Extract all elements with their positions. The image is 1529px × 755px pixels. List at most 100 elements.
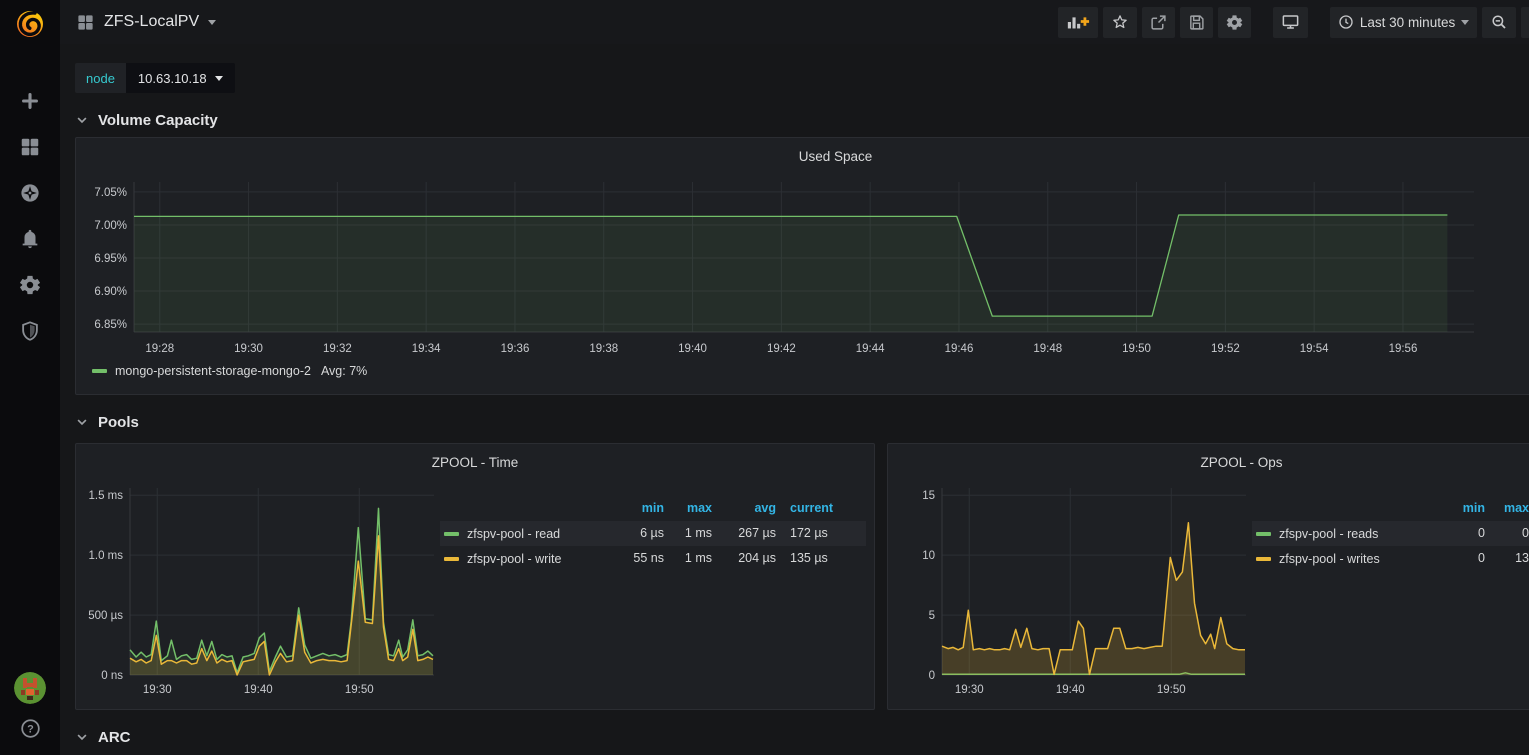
- dashboards-icon[interactable]: [19, 136, 41, 158]
- star-dashboard-button[interactable]: [1103, 7, 1137, 38]
- panel-zpool-ops: ZPOOL - Ops 19:3019:4019:50051015 min ma…: [887, 443, 1529, 710]
- legend-header-min[interactable]: min: [612, 496, 664, 521]
- caret-down-icon: [208, 20, 216, 25]
- node-variable-value: 10.63.10.18: [138, 71, 207, 86]
- legend-value-min: 6 µs: [612, 521, 664, 546]
- legend-series-name[interactable]: zfspv-pool - reads: [1252, 521, 1437, 546]
- grafana-logo[interactable]: [0, 0, 60, 46]
- used-space-chart[interactable]: 19:2819:3019:3219:3419:3619:3819:4019:42…: [84, 170, 1508, 360]
- legend-value-min: 0: [1437, 546, 1485, 571]
- svg-text:19:42: 19:42: [767, 343, 796, 355]
- dashboard-title: ZFS-LocalPV: [104, 13, 199, 31]
- help-icon[interactable]: ?: [20, 718, 41, 739]
- legend-header-min[interactable]: min: [1437, 496, 1485, 521]
- caret-down-icon: [1461, 20, 1469, 25]
- series-color-swatch[interactable]: [92, 369, 107, 373]
- legend-value-current: 172 µs: [776, 521, 866, 546]
- zpool-time-chart[interactable]: 19:3019:4019:500 ns500 µs1.0 ms1.5 ms: [84, 476, 440, 701]
- series-color-swatch: [444, 557, 459, 561]
- clock-icon: [1338, 14, 1354, 30]
- explore-compass-icon[interactable]: [19, 182, 41, 204]
- dashboard-title-menu[interactable]: ZFS-LocalPV: [76, 13, 216, 32]
- legend-value-min: 0: [1437, 521, 1485, 546]
- svg-text:19:40: 19:40: [1056, 684, 1085, 696]
- sidebar: ?: [0, 0, 60, 755]
- svg-text:10: 10: [922, 550, 935, 562]
- legend-header-max[interactable]: max: [1485, 496, 1529, 521]
- dashboard-content: node 10.63.10.18 Volume Capacity Used Sp…: [60, 44, 1529, 755]
- zoom-out-icon: [1490, 13, 1508, 31]
- legend-value-avg: 204 µs: [712, 546, 776, 571]
- series-color-swatch: [1256, 557, 1271, 561]
- legend-series-avg: Avg: 7%: [321, 364, 367, 378]
- server-admin-shield-icon[interactable]: [19, 320, 41, 342]
- add-panel-button[interactable]: [1058, 7, 1098, 38]
- svg-text:5: 5: [929, 610, 935, 622]
- grafana-app: ? ZFS-LocalPV: [0, 0, 1529, 755]
- dashboard-settings-button[interactable]: [1218, 7, 1251, 38]
- svg-text:0 ns: 0 ns: [101, 670, 123, 682]
- panel-used-space: Used Space 19:2819:3019:3219:3419:3619:3…: [75, 137, 1529, 395]
- panel-title-zpool-time[interactable]: ZPOOL - Time: [84, 452, 866, 476]
- svg-text:1.5 ms: 1.5 ms: [88, 490, 123, 502]
- legend-header-max[interactable]: max: [664, 496, 712, 521]
- svg-text:19:38: 19:38: [589, 343, 618, 355]
- section-pools[interactable]: Pools: [75, 409, 1529, 435]
- svg-text:19:30: 19:30: [234, 343, 263, 355]
- tv-monitor-icon: [1281, 13, 1300, 31]
- svg-text:19:30: 19:30: [143, 684, 172, 696]
- svg-text:19:50: 19:50: [1122, 343, 1151, 355]
- panel-title-used-space[interactable]: Used Space: [84, 146, 1529, 170]
- svg-text:19:32: 19:32: [323, 343, 352, 355]
- svg-text:19:48: 19:48: [1033, 343, 1062, 355]
- user-avatar[interactable]: [14, 672, 46, 704]
- save-icon: [1188, 14, 1205, 31]
- legend-series-name[interactable]: zfspv-pool - read: [440, 521, 612, 546]
- legend-series-name[interactable]: mongo-persistent-storage-mongo-2: [115, 364, 311, 378]
- legend-header-current[interactable]: current: [776, 496, 866, 521]
- caret-down-icon: [215, 76, 223, 81]
- zpool-time-legend: min max avg current zfspv-pool - read 6 …: [440, 496, 866, 701]
- zpool-ops-chart[interactable]: 19:3019:4019:50051015: [896, 476, 1252, 701]
- chevron-down-icon: [75, 113, 89, 127]
- svg-text:19:44: 19:44: [856, 343, 885, 355]
- chevron-down-icon: [75, 415, 89, 429]
- series-color-swatch: [1256, 532, 1271, 536]
- legend-value-max: 1 ms: [664, 546, 712, 571]
- svg-text:19:54: 19:54: [1300, 343, 1329, 355]
- svg-text:0: 0: [929, 670, 935, 682]
- star-icon: [1111, 13, 1129, 31]
- alerting-bell-icon[interactable]: [19, 228, 41, 250]
- refresh-interval-button[interactable]: 10s: [1521, 7, 1529, 38]
- legend-value-current: 135 µs: [776, 546, 866, 571]
- svg-text:19:56: 19:56: [1389, 343, 1418, 355]
- svg-text:19:50: 19:50: [345, 684, 374, 696]
- share-dashboard-button[interactable]: [1142, 7, 1175, 38]
- series-color-swatch: [444, 532, 459, 536]
- zoom-out-time-button[interactable]: [1482, 7, 1516, 38]
- svg-text:6.90%: 6.90%: [94, 286, 127, 298]
- configuration-gear-icon[interactable]: [19, 274, 41, 296]
- svg-text:6.95%: 6.95%: [94, 253, 127, 265]
- add-panel-icon: [1066, 13, 1090, 31]
- svg-text:19:40: 19:40: [244, 684, 273, 696]
- legend-value-min: 55 ns: [612, 546, 664, 571]
- svg-text:15: 15: [922, 490, 935, 502]
- legend-series-name[interactable]: zfspv-pool - write: [440, 546, 612, 571]
- svg-text:7.05%: 7.05%: [94, 187, 127, 199]
- save-dashboard-button[interactable]: [1180, 7, 1213, 38]
- svg-text:19:28: 19:28: [145, 343, 174, 355]
- panel-title-zpool-ops[interactable]: ZPOOL - Ops: [896, 452, 1529, 476]
- svg-text:19:46: 19:46: [945, 343, 974, 355]
- panel-zpool-time: ZPOOL - Time 19:3019:4019:500 ns500 µs1.…: [75, 443, 875, 710]
- share-icon: [1150, 14, 1167, 31]
- section-arc[interactable]: ARC: [75, 724, 1529, 750]
- legend-value-max: 13: [1485, 546, 1529, 571]
- legend-series-name[interactable]: zfspv-pool - writes: [1252, 546, 1437, 571]
- legend-header-avg[interactable]: avg: [712, 496, 776, 521]
- cycle-view-tv-button[interactable]: [1273, 7, 1308, 38]
- section-volume-capacity[interactable]: Volume Capacity: [75, 107, 1529, 133]
- node-variable-dropdown[interactable]: node 10.63.10.18: [75, 63, 235, 93]
- create-icon[interactable]: [19, 90, 41, 112]
- time-range-picker[interactable]: Last 30 minutes: [1330, 7, 1477, 38]
